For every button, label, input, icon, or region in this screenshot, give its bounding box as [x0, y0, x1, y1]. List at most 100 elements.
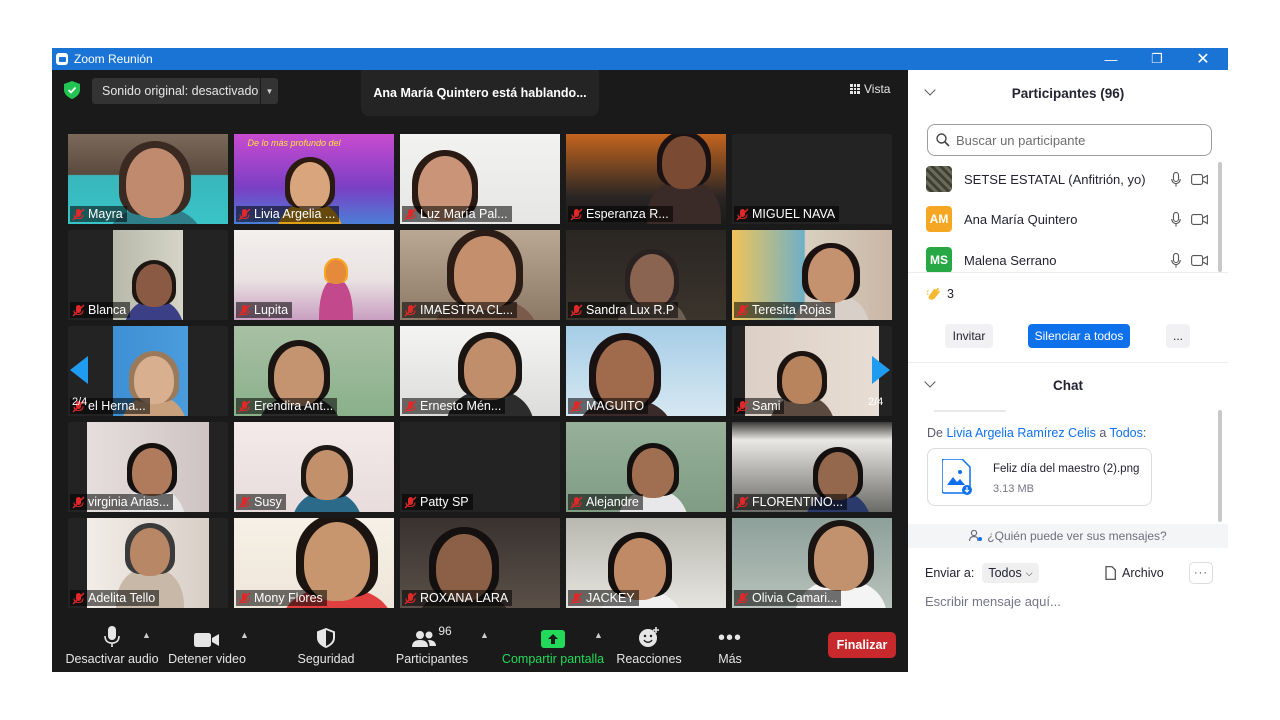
participant-video-tile[interactable]: FLORENTINO... — [732, 422, 892, 512]
share-options-caret-icon[interactable]: ▲ — [594, 630, 603, 640]
chat-file-card[interactable]: Feliz día del maestro (2).png 3.13 MB — [927, 448, 1152, 506]
participant-name: MIGUEL NAVA — [752, 207, 836, 221]
participant-list-scrollbar[interactable] — [1218, 162, 1222, 272]
participant-video-tile[interactable]: el Herna... — [68, 326, 228, 416]
participant-avatar — [926, 166, 952, 192]
chat-scrollbar[interactable] — [1218, 410, 1222, 522]
invite-label: Invitar — [952, 329, 986, 343]
page-indicator-left: 2/4 — [72, 396, 88, 408]
participant-video-tile[interactable]: JACKEY — [566, 518, 726, 608]
participants-button[interactable]: 96 Participantes — [392, 620, 472, 672]
participant-video-tile[interactable]: Esperanza R... — [566, 134, 726, 224]
participants-more-button[interactable]: ... — [1166, 324, 1190, 348]
mute-audio-button[interactable]: Desactivar audio — [60, 620, 164, 672]
mute-all-button[interactable]: Silenciar a todos — [1028, 324, 1130, 348]
participants-title: Participantes (96) — [1011, 85, 1125, 101]
participant-video-tile[interactable]: De lo más profundo del Livia Argelia ... — [234, 134, 394, 224]
participant-video-tile[interactable]: IMAESTRA CL... — [400, 230, 560, 320]
participant-row[interactable]: AM Ana María Quintero — [926, 202, 1208, 236]
participant-video-tile[interactable]: Ernesto Mén... — [400, 326, 560, 416]
participant-name-label: Ernesto Mén... — [402, 398, 506, 414]
participant-name: Adelita Tello — [88, 591, 156, 605]
who-can-see-label: ¿Quién puede ver sus mensajes? — [987, 529, 1167, 543]
participant-video-tile[interactable]: Luz María Pal... — [400, 134, 560, 224]
chat-more-options-button[interactable]: ··· — [1189, 562, 1213, 584]
participant-name-label: Sami — [734, 398, 785, 414]
participant-video-tile[interactable]: Alejandre — [566, 422, 726, 512]
chat-sender-name[interactable]: Livia Argelia Ramírez Celis — [946, 426, 1095, 440]
share-screen-button[interactable]: Compartir pantalla — [500, 620, 606, 672]
participant-mic-icon[interactable] — [1171, 252, 1181, 268]
participant-video-tile[interactable]: Mony Flores — [234, 518, 394, 608]
audio-options-caret-icon[interactable]: ▲ — [142, 630, 151, 640]
participant-video-tile[interactable]: Mayra — [68, 134, 228, 224]
participant-video-tile[interactable]: Teresita Rojas — [732, 230, 892, 320]
section-divider — [908, 362, 1228, 363]
minimize-button[interactable]: — — [1088, 48, 1134, 70]
participant-video-tile[interactable]: Blanca — [68, 230, 228, 320]
participant-video-tile[interactable]: Olivia Camari... — [732, 518, 892, 608]
close-window-button[interactable]: ✕ — [1180, 48, 1226, 70]
participant-video-tile[interactable]: virginia Arias... — [68, 422, 228, 512]
title-bar: Zoom Reunión — ❐ ✕ — [52, 48, 1228, 70]
participant-video-tile[interactable]: Erendira Ant... — [234, 326, 394, 416]
participant-video-icon[interactable] — [1191, 173, 1208, 185]
participant-video-tile[interactable]: Sandra Lux R.P — [566, 230, 726, 320]
participant-row-icons — [1171, 211, 1208, 227]
encryption-shield-icon[interactable] — [64, 81, 80, 99]
original-sound-button[interactable]: Sonido original: desactivado ▼ — [92, 78, 278, 104]
participant-video-tile[interactable]: ROXANA LARA — [400, 518, 560, 608]
clapping-hands-icon — [926, 288, 940, 300]
participant-video-icon[interactable] — [1191, 254, 1208, 266]
view-button[interactable]: Vista — [850, 82, 890, 96]
participant-figure — [454, 236, 516, 310]
previous-page-arrow-icon[interactable] — [70, 356, 88, 384]
next-page-arrow-icon[interactable] — [872, 356, 890, 384]
participant-video-tile[interactable]: Lupita — [234, 230, 394, 320]
send-to-dropdown[interactable]: Todos ⌵ — [982, 563, 1039, 583]
file-button[interactable]: Archivo — [1105, 566, 1164, 580]
participant-video-tile[interactable]: Adelita Tello — [68, 518, 228, 608]
invite-button[interactable]: Invitar — [945, 324, 993, 348]
participant-figure — [136, 264, 172, 307]
restore-button[interactable]: ❐ — [1134, 48, 1180, 70]
stop-video-button[interactable]: Detener video — [166, 620, 248, 672]
participant-row[interactable]: SETSE ESTATAL (Anfitrión, yo) — [926, 162, 1208, 196]
participants-icon — [412, 631, 437, 647]
image-file-icon — [942, 459, 972, 495]
security-button[interactable]: Seguridad — [290, 620, 362, 672]
more-button[interactable]: ••• Más — [704, 620, 756, 672]
collapse-participants-chevron-icon[interactable] — [924, 84, 936, 96]
who-can-see-messages[interactable]: ¿Quién puede ver sus mensajes? — [908, 524, 1228, 548]
participant-figure — [290, 162, 330, 210]
participant-figure — [782, 356, 822, 404]
participant-video-tile[interactable]: Susy — [234, 422, 394, 512]
reactions-button[interactable]: Reacciones — [616, 620, 682, 672]
original-sound-dropdown-icon[interactable]: ▼ — [260, 78, 278, 104]
participant-figure — [662, 136, 706, 189]
participant-figure — [818, 452, 858, 500]
participant-mic-icon[interactable] — [1171, 211, 1181, 227]
more-label: Más — [718, 652, 742, 666]
participant-name-label: Luz María Pal... — [402, 206, 512, 222]
people-eye-icon — [969, 530, 983, 542]
participant-video-tile[interactable]: Patty SP — [400, 422, 560, 512]
reactions-smiley-icon — [639, 627, 659, 647]
send-to-row: Enviar a: Todos ⌵ Archivo ··· — [925, 560, 1215, 586]
participants-options-caret-icon[interactable]: ▲ — [480, 630, 489, 640]
mute-audio-label: Desactivar audio — [65, 652, 159, 666]
original-sound-label: Sonido original: desactivado — [102, 84, 259, 98]
participants-more-label: ... — [1172, 329, 1183, 343]
participant-video-tile[interactable]: MIGUEL NAVA — [732, 134, 892, 224]
participant-video-icon[interactable] — [1191, 213, 1208, 225]
collapse-chat-chevron-icon[interactable] — [924, 376, 936, 388]
file-icon — [1105, 566, 1116, 580]
participant-mic-icon[interactable] — [1171, 171, 1181, 187]
participant-search-input[interactable]: Buscar un participante — [927, 124, 1212, 156]
chat-history-separator — [934, 410, 1006, 412]
chat-message-input[interactable]: Escribir mensaje aquí... — [925, 594, 1061, 609]
video-options-caret-icon[interactable]: ▲ — [240, 630, 249, 640]
participant-video-tile[interactable]: MAGUITO — [566, 326, 726, 416]
end-meeting-label: Finalizar — [836, 638, 888, 652]
end-meeting-button[interactable]: Finalizar — [828, 632, 896, 658]
